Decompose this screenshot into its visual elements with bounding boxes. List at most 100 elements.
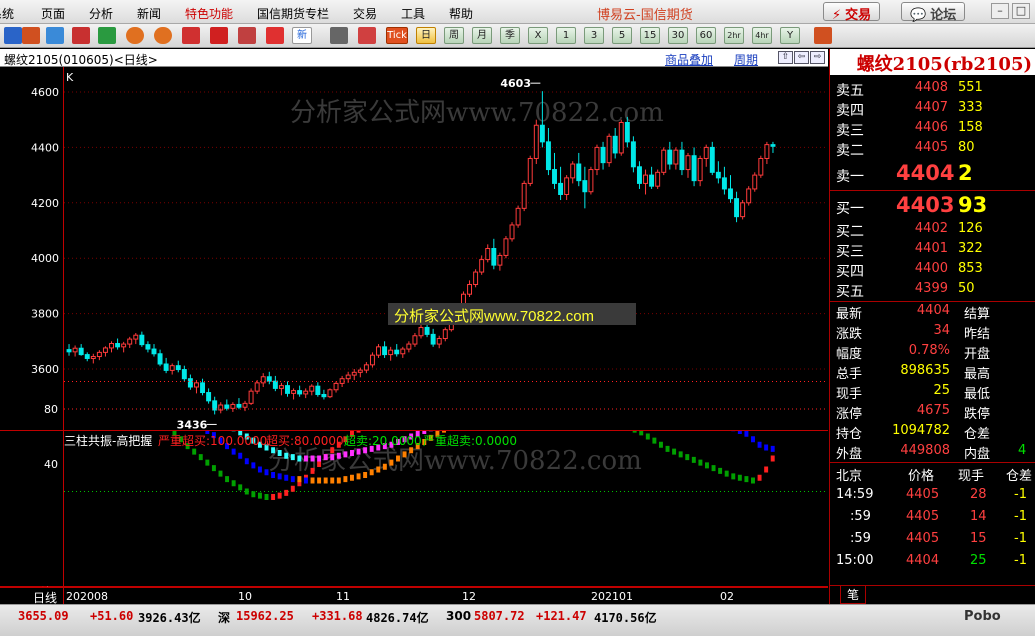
filter-icon[interactable] — [266, 27, 284, 44]
menu-page[interactable]: 页面 — [41, 5, 65, 22]
menu-tools[interactable]: 工具 — [401, 5, 425, 22]
hammer-icon[interactable] — [238, 27, 256, 44]
candle-body — [115, 343, 121, 348]
nav-left-icon[interactable]: ⇦ — [794, 51, 809, 64]
zoom-out-icon[interactable] — [154, 27, 172, 44]
tab-ticks[interactable]: 笔 — [840, 586, 866, 604]
menu-help[interactable]: 帮助 — [449, 5, 473, 22]
period-60min-button[interactable]: 60 — [696, 27, 716, 44]
indicator-bar — [587, 402, 591, 408]
menu-trade[interactable]: 交易 — [353, 5, 377, 22]
tick-price: 4405 — [906, 509, 940, 524]
grid-icon[interactable] — [814, 27, 832, 44]
indicator-bar — [718, 412, 722, 418]
candle-body — [436, 338, 442, 345]
indicator-bar — [251, 462, 256, 469]
back-icon[interactable] — [4, 27, 22, 44]
indicator-bar — [725, 423, 729, 429]
period-3min-button[interactable]: 3 — [584, 27, 604, 44]
ask-price: 4405 — [914, 140, 948, 155]
indicator-bar — [678, 451, 683, 458]
period-4hr-button[interactable]: 4hr — [752, 27, 772, 44]
indicator-bar — [153, 401, 157, 407]
chart-icon[interactable] — [98, 27, 116, 44]
minimize-icon[interactable]: – — [991, 3, 1009, 19]
indicator-bar — [560, 394, 564, 400]
indicator-bar — [613, 405, 617, 411]
pin-icon[interactable] — [182, 27, 200, 44]
period-month-button[interactable]: 月 — [472, 27, 492, 44]
candle-body — [400, 348, 406, 355]
indicator-title: 三柱共振-高把握 — [64, 433, 152, 448]
legend-severe-overbought: 严重超买:100.0000 — [158, 433, 267, 448]
indicator-bar — [751, 418, 755, 424]
indicator-bar — [284, 489, 289, 496]
indicator-bar — [238, 484, 243, 491]
nav-right-icon[interactable]: ⇨ — [810, 51, 825, 64]
period-year-button[interactable]: Y — [780, 27, 800, 44]
trade-button[interactable]: ⚡ 交易 — [823, 2, 881, 23]
period-quarter-button[interactable]: 季 — [500, 27, 520, 44]
menu-system[interactable]: 系统 — [0, 5, 14, 22]
kline-chart[interactable]: 4600 4400 4200 4000 3800 3600 分析家公式网www.70822… — [0, 67, 828, 587]
tick-volume: 14 — [970, 509, 987, 524]
menu-guoxin-column[interactable]: 国信期货专栏 — [257, 5, 329, 22]
candle-body — [558, 182, 564, 195]
period-day-button[interactable]: 日 — [416, 27, 436, 44]
period-1min-button[interactable]: 1 — [556, 27, 576, 44]
candle-body — [697, 157, 703, 182]
indicator-bar — [179, 410, 183, 416]
nav-up-icon[interactable]: ⇧ — [778, 51, 793, 64]
maximize-icon[interactable]: □ — [1012, 3, 1030, 19]
refresh-icon[interactable] — [46, 27, 64, 44]
target-icon[interactable] — [72, 27, 90, 44]
menu-features[interactable]: 特色功能 — [185, 5, 233, 22]
period-30min-button[interactable]: 30 — [668, 27, 688, 44]
indicator-bar — [658, 441, 663, 448]
period-x-button[interactable]: X — [528, 27, 548, 44]
candle-body — [570, 163, 576, 179]
indicator-bar — [632, 431, 637, 433]
indicator-bar — [593, 403, 597, 409]
indicator-bar — [652, 409, 656, 415]
candle-body — [521, 182, 527, 209]
indicator-bar — [606, 416, 610, 422]
hs300-change: +121.47 — [536, 609, 587, 623]
period-link[interactable]: 周期 — [734, 51, 758, 68]
period-2hr-button[interactable]: 2hr — [724, 27, 744, 44]
indicator-bar — [231, 480, 236, 487]
new-button[interactable]: 新 — [292, 27, 312, 44]
indicator-bar — [389, 409, 393, 415]
indicator-bar — [751, 436, 755, 443]
tick-button[interactable]: Tick — [386, 27, 408, 44]
pen-icon[interactable] — [210, 27, 228, 44]
ask-volume: 158 — [958, 120, 983, 135]
watermark-main: 分析家公式网www.70822.com — [290, 98, 664, 128]
indicator-bar — [264, 494, 269, 500]
candle-body — [181, 369, 187, 380]
indicator-bar — [120, 407, 124, 413]
overlay-banner-text: 分析家公式网www.70822.com — [394, 308, 594, 325]
indicator-bar — [370, 418, 374, 424]
menu-analysis[interactable]: 分析 — [89, 5, 113, 22]
ask-label: 卖五 — [836, 83, 864, 99]
period-week-button[interactable]: 周 — [444, 27, 464, 44]
overlay-link[interactable]: 商品叠加 — [665, 51, 713, 68]
bid-volume: 93 — [958, 193, 988, 217]
indicator-bar — [350, 450, 354, 456]
app-window: 系统 页面 分析 新闻 特色功能 国信期货专栏 交易 工具 帮助 博易云-国信期… — [0, 0, 1035, 636]
period-5min-button[interactable]: 5 — [612, 27, 632, 44]
candle-body — [127, 338, 133, 345]
period-15min-button[interactable]: 15 — [640, 27, 660, 44]
home-icon[interactable] — [22, 27, 40, 44]
menu-news[interactable]: 新闻 — [137, 5, 161, 22]
zoom-in-icon[interactable] — [126, 27, 144, 44]
ask-volume: 2 — [958, 161, 973, 185]
forum-button[interactable]: 💬 论坛 — [901, 2, 966, 23]
trend-icon[interactable] — [358, 27, 376, 44]
list-icon[interactable] — [330, 27, 348, 44]
hs300-label: 300 — [446, 609, 472, 623]
indicator-bar — [633, 407, 637, 413]
bid-price: 4401 — [914, 241, 948, 256]
indicator-bar — [481, 394, 485, 400]
